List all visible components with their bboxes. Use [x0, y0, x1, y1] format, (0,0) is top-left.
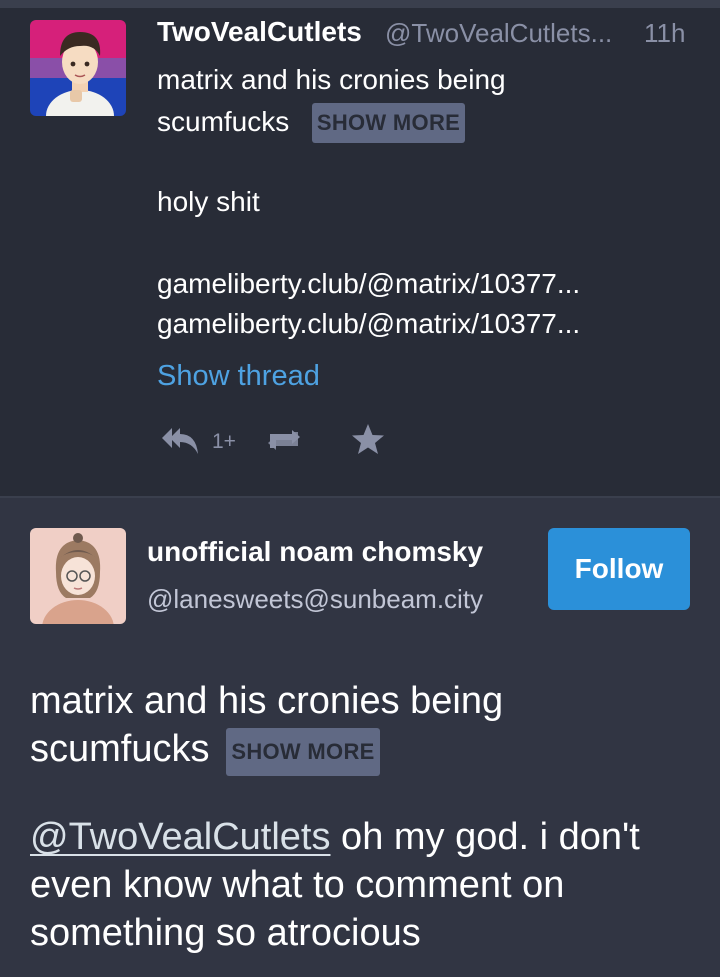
follow-button[interactable]: Follow	[548, 528, 690, 610]
display-name[interactable]: unofficial noam chomsky	[147, 536, 483, 568]
account-handle[interactable]: @lanesweets@sunbeam.city	[147, 584, 483, 615]
status-text: holy shit	[157, 186, 260, 217]
status-text-line: something so atrocious	[30, 912, 421, 954]
detailed-status: unofficial noam chomsky @lanesweets@sunb…	[0, 498, 720, 977]
top-bar	[0, 0, 720, 8]
show-more-button[interactable]: SHOW MORE	[226, 728, 380, 776]
reply-count: 1+	[212, 430, 236, 453]
content-warning-line: scumfucks	[157, 106, 290, 137]
reply-all-icon[interactable]	[160, 420, 200, 465]
status-link[interactable]: gameliberty.club/@matrix/10377...	[157, 308, 580, 340]
display-name[interactable]: TwoVealCutlets	[157, 16, 362, 48]
show-thread-link[interactable]: Show thread	[157, 360, 320, 393]
status-text: oh my god. i don't	[330, 816, 640, 858]
boost-icon[interactable]	[262, 420, 306, 465]
status-link[interactable]: gameliberty.club/@matrix/10377...	[157, 268, 580, 300]
star-icon[interactable]	[348, 420, 388, 465]
show-more-button[interactable]: SHOW MORE	[312, 103, 465, 143]
content-warning-line: matrix and his cronies being	[30, 680, 504, 722]
avatar[interactable]	[30, 528, 126, 624]
content-warning-line: matrix and his cronies being	[157, 64, 506, 95]
mention-link[interactable]: @TwoVealCutlets	[30, 816, 331, 858]
status-text-line: even know what to comment on	[30, 864, 565, 906]
timestamp[interactable]: 11h	[644, 18, 685, 49]
avatar[interactable]	[30, 20, 126, 116]
content-warning-line: scumfucks	[30, 728, 210, 770]
status-text-line: @TwoVealCutlets oh my god. i don't	[30, 816, 640, 859]
account-handle[interactable]: @TwoVealCutlets...	[385, 18, 612, 49]
parent-status[interactable]: TwoVealCutlets @TwoVealCutlets... 11h ma…	[0, 8, 720, 496]
